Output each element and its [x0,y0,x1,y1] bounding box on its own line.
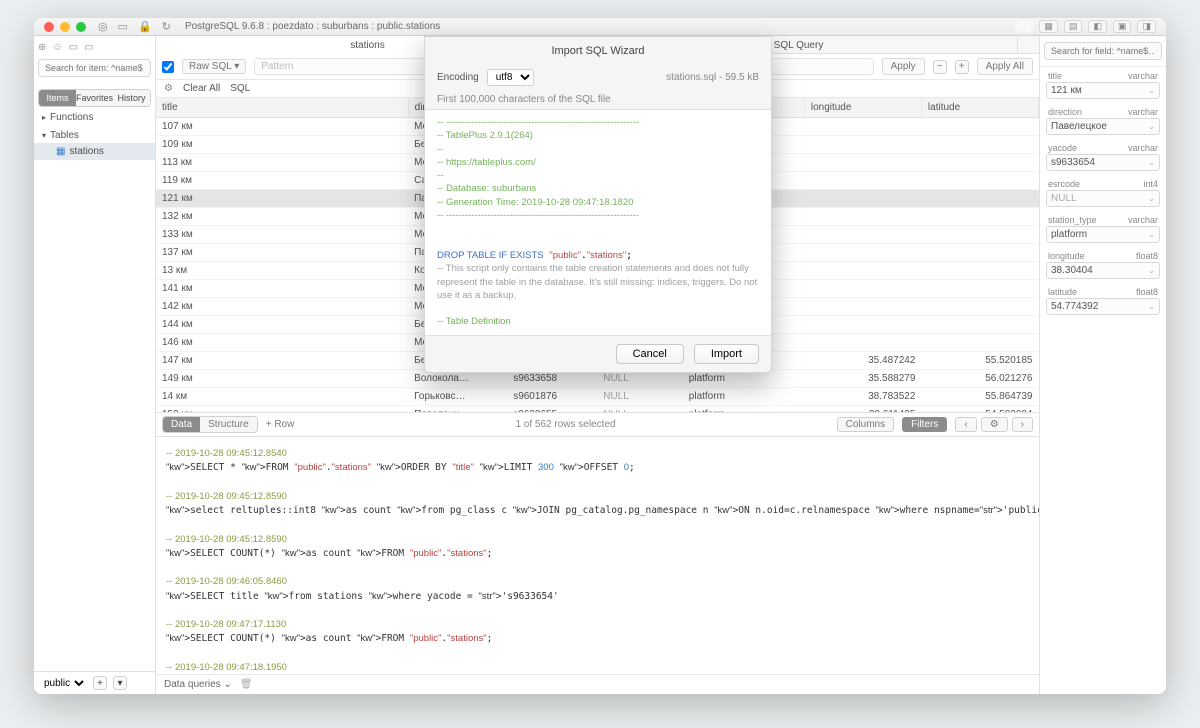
sidebar-item-stations[interactable]: ▦stations [34,143,155,160]
prev-page-button[interactable]: ‹ [955,417,976,432]
schema-select[interactable]: public [40,677,87,690]
data-structure-seg[interactable]: Data Structure [162,416,258,433]
add-filter-button[interactable]: + [955,60,969,74]
window-title: PostgreSQL 9.6.8 : poezdato : suburbans … [185,21,1015,32]
inspector-field-label: directionvarchar [1040,103,1166,117]
toolbar-right-icons: 62 ▦ ▤ ◧ ▣ ◨ [1015,20,1156,33]
sql-preview: -- -------------------------------------… [425,109,771,336]
column-header[interactable]: latitude [921,98,1038,118]
console-mode-select[interactable]: Data queries ⌄ [164,679,232,690]
zoom-icon[interactable] [76,22,86,32]
table-icon: ▦ [56,146,65,157]
apply-button[interactable]: Apply [882,58,925,75]
add-row-button[interactable]: + Row [266,419,295,430]
column-header[interactable]: title [156,98,408,118]
file-info: stations.sql - 59.5 kB [666,72,759,83]
inspector-field-value[interactable]: platform⌄ [1046,226,1160,243]
add-schema-button[interactable]: + [93,676,107,690]
import-sql-wizard: Import SQL Wizard Encoding utf8 stations… [424,36,772,373]
sidebar-footer: public + ▾ [34,671,155,694]
pane2-icon[interactable]: ▣ [1113,20,1132,33]
inspector-field-label: longitudefloat8 [1040,247,1166,261]
seg-data[interactable]: Data [163,417,200,432]
raw-sql-toggle[interactable]: Raw SQL ▾ [182,59,246,74]
titlebar: ◎ ▭ 🔒 ↻ PostgreSQL 9.6.8 : poezdato : su… [34,18,1166,36]
trash-icon[interactable]: 🗑 [240,679,253,690]
terminal-icon[interactable]: ▭ [118,20,128,33]
grid-icon[interactable]: ▦ [1039,20,1058,33]
inspector-field-label: esrcodeint4 [1040,175,1166,189]
console-footer: Data queries ⌄ 🗑 [156,674,1039,694]
pane1-icon[interactable]: ◧ [1088,20,1107,33]
sidebar-group-tables[interactable]: ▾Tables [34,125,155,143]
window-controls [44,22,86,32]
history-icon[interactable]: ▭ [84,42,93,53]
sidebar-tab-history[interactable]: History [113,90,150,106]
sidebar-tab-items[interactable]: Items [39,90,76,106]
db-icon[interactable]: ⊕ [38,42,46,53]
inspector-field-label: latitudefloat8 [1040,283,1166,297]
inspector-field-value[interactable]: 121 км⌄ [1046,82,1160,99]
import-button[interactable]: Import [694,344,759,364]
sidebar-search-input[interactable] [38,59,151,77]
grid2-icon[interactable]: ▤ [1064,20,1083,33]
inspector-field-label: station_typevarchar [1040,211,1166,225]
inspector-search-input[interactable] [1044,42,1162,60]
refresh-icon[interactable]: ↻ [162,20,171,33]
toolbar-left-icons: ◎ ▭ 🔒 ↻ [98,20,171,33]
filter-checkbox[interactable] [162,61,174,73]
selection-status: 1 of 562 rows selected [302,419,828,430]
table-row[interactable]: 14 кмГорьковс…s9601876NULLplatform38.783… [156,388,1039,406]
lock-icon[interactable]: 🔒 [138,20,152,33]
sidebar-tab-favorites[interactable]: Favorites [76,90,113,106]
cancel-button[interactable]: Cancel [616,344,684,364]
modal-hint: First 100,000 characters of the SQL file [425,90,771,109]
inspector-field-value[interactable]: s9633654⌄ [1046,154,1160,171]
seg-structure[interactable]: Structure [200,417,257,432]
table-row[interactable]: 152 кмПавелецк…s9633655NULLplatform38.61… [156,406,1039,413]
inspector-panel: titlevarchar121 км⌄ directionvarcharПавел… [1040,36,1166,694]
sql-button[interactable]: SQL [230,83,250,94]
sql-icon[interactable]: ▭ [69,42,78,53]
pane3-icon[interactable]: ◨ [1137,20,1156,33]
sidebar-group-functions[interactable]: ▸Functions [34,107,155,125]
minimize-icon[interactable] [60,22,70,32]
inspector-field-value[interactable]: Павелецкое⌄ [1046,118,1160,135]
notification-badge[interactable]: 62 [1015,20,1033,33]
grid-footer: Data Structure + Row 1 of 562 rows selec… [156,412,1039,436]
inspector-field-label: yacodevarchar [1040,139,1166,153]
column-header[interactable]: longitude [804,98,921,118]
sidebar-tabs[interactable]: Items Favorites History [38,89,151,107]
close-icon[interactable] [44,22,54,32]
eye-icon[interactable]: ◎ [98,20,108,33]
modal-title: Import SQL Wizard [425,37,771,65]
remove-filter-button[interactable]: − [933,60,947,74]
user-icon[interactable]: ☺ [52,42,62,53]
clear-all-button[interactable]: Clear All [183,83,220,94]
sidebar: ⊕ ☺ ▭ ▭ Items Favorites History ▸Functio… [34,36,156,694]
inspector-field-value[interactable]: NULL⌄ [1046,190,1160,207]
apply-all-button[interactable]: Apply All [977,58,1033,75]
inspector-field-value[interactable]: 54.774392⌄ [1046,298,1160,315]
columns-button[interactable]: Columns [837,417,894,432]
inspector-field-value[interactable]: 38.30404⌄ [1046,262,1160,279]
encoding-label: Encoding [437,72,479,83]
query-console: -- 2019-10-28 09:45:12.8540 "kw">SELECT … [156,436,1039,674]
filters-button[interactable]: Filters [902,417,947,432]
inspector-field-label: titlevarchar [1040,67,1166,81]
next-page-button[interactable]: › [1012,417,1033,432]
gear-icon[interactable]: ⚙ [164,83,173,94]
encoding-select[interactable]: utf8 [487,69,534,86]
settings-page-button[interactable]: ⚙ [981,417,1008,432]
more-schema-button[interactable]: ▾ [113,676,127,690]
